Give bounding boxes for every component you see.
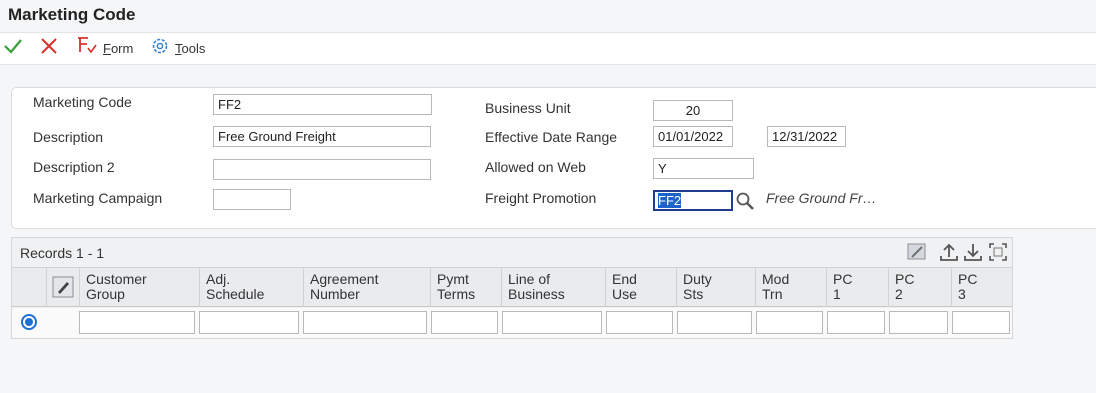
form-menu-button[interactable]: Form (76, 33, 133, 64)
title-bar: Marketing Code (0, 0, 1096, 32)
toolbar: Form Tools (0, 32, 1096, 65)
col-duty-sts[interactable]: Duty Sts (676, 268, 755, 307)
description-label: Description (33, 129, 104, 145)
marketing-code-label: Marketing Code (33, 94, 132, 110)
row-select-header (46, 268, 79, 307)
grid-header-row: Customer Group Adj. Schedule Agreement Numb… (12, 267, 1012, 307)
cell-pc-2[interactable] (889, 311, 948, 334)
col-agreement-number[interactable]: Agreement Number (303, 268, 430, 307)
business-unit-field[interactable]: 20 (653, 100, 733, 121)
col-pc-1[interactable]: PC 1 (826, 268, 888, 307)
col-pc-2[interactable]: PC 2 (888, 268, 951, 307)
upload-icon[interactable] (938, 241, 960, 268)
col-pc-3[interactable]: PC 3 (951, 268, 1012, 307)
edit-grid-icon[interactable] (906, 241, 928, 268)
cell-adj-schedule[interactable] (199, 311, 299, 334)
allowed-on-web-field[interactable]: Y (653, 158, 754, 179)
cell-pc-1[interactable] (827, 311, 885, 334)
business-unit-label: Business Unit (485, 100, 571, 116)
cell-line-of-business[interactable] (502, 311, 602, 334)
cell-agreement-number[interactable] (303, 311, 427, 334)
search-icon[interactable] (735, 191, 755, 216)
table-row[interactable] (12, 308, 1012, 338)
expand-grid-icon[interactable] (987, 241, 1009, 268)
marketing-code-field[interactable]: FF2 (213, 94, 432, 115)
cell-customer-group[interactable] (79, 311, 195, 334)
cell-duty-sts[interactable] (677, 311, 752, 334)
allowed-on-web-label: Allowed on Web (485, 159, 586, 175)
page-title: Marketing Code (8, 5, 136, 24)
col-line-of-business[interactable]: Line of Business (501, 268, 605, 307)
marketing-campaign-label: Marketing Campaign (33, 190, 163, 206)
freight-promotion-description: Free Ground Fr… (766, 190, 877, 206)
description-2-label: Description 2 (33, 159, 115, 175)
tools-menu-button[interactable]: Tools (150, 33, 205, 64)
effective-date-from-field[interactable]: 01/01/2022 (653, 126, 733, 147)
effective-date-to-field[interactable]: 12/31/2022 (767, 126, 846, 147)
row-select-radio[interactable] (21, 314, 37, 330)
check-icon (3, 36, 23, 61)
tools-menu-label: Tools (175, 41, 206, 56)
col-mod-trn[interactable]: Mod Trn (755, 268, 826, 307)
records-count-label: Records 1 - 1 (20, 245, 105, 261)
effective-date-range-label: Effective Date Range (485, 129, 618, 145)
col-adj-schedule[interactable]: Adj. Schedule (199, 268, 303, 307)
gear-icon (150, 36, 170, 61)
freight-promotion-field[interactable]: FF2 (653, 190, 733, 211)
ok-button[interactable] (3, 33, 23, 64)
freight-promotion-selected-text: FF2 (658, 193, 682, 208)
col-pymt-terms[interactable]: Pymt Terms (430, 268, 501, 307)
download-icon[interactable] (962, 241, 984, 268)
col-customer-group[interactable]: Customer Group (79, 268, 199, 307)
form-menu-label: Form (103, 41, 134, 56)
description-2-field[interactable] (213, 159, 431, 180)
cancel-button[interactable] (39, 33, 59, 64)
cell-pc-3[interactable] (952, 311, 1010, 334)
records-grid: Records 1 - 1 Customer Group Adj. Schedu… (11, 237, 1013, 339)
marketing-campaign-field[interactable] (213, 189, 291, 210)
form-exit-icon (76, 35, 98, 62)
col-end-use[interactable]: End Use (605, 268, 676, 307)
cell-mod-trn[interactable] (756, 311, 823, 334)
cell-pymt-terms[interactable] (431, 311, 498, 334)
freight-promotion-label: Freight Promotion (485, 190, 597, 206)
close-icon (39, 36, 59, 61)
edit-row-icon[interactable] (52, 276, 74, 301)
cell-end-use[interactable] (606, 311, 673, 334)
description-field[interactable]: Free Ground Freight (213, 126, 431, 147)
